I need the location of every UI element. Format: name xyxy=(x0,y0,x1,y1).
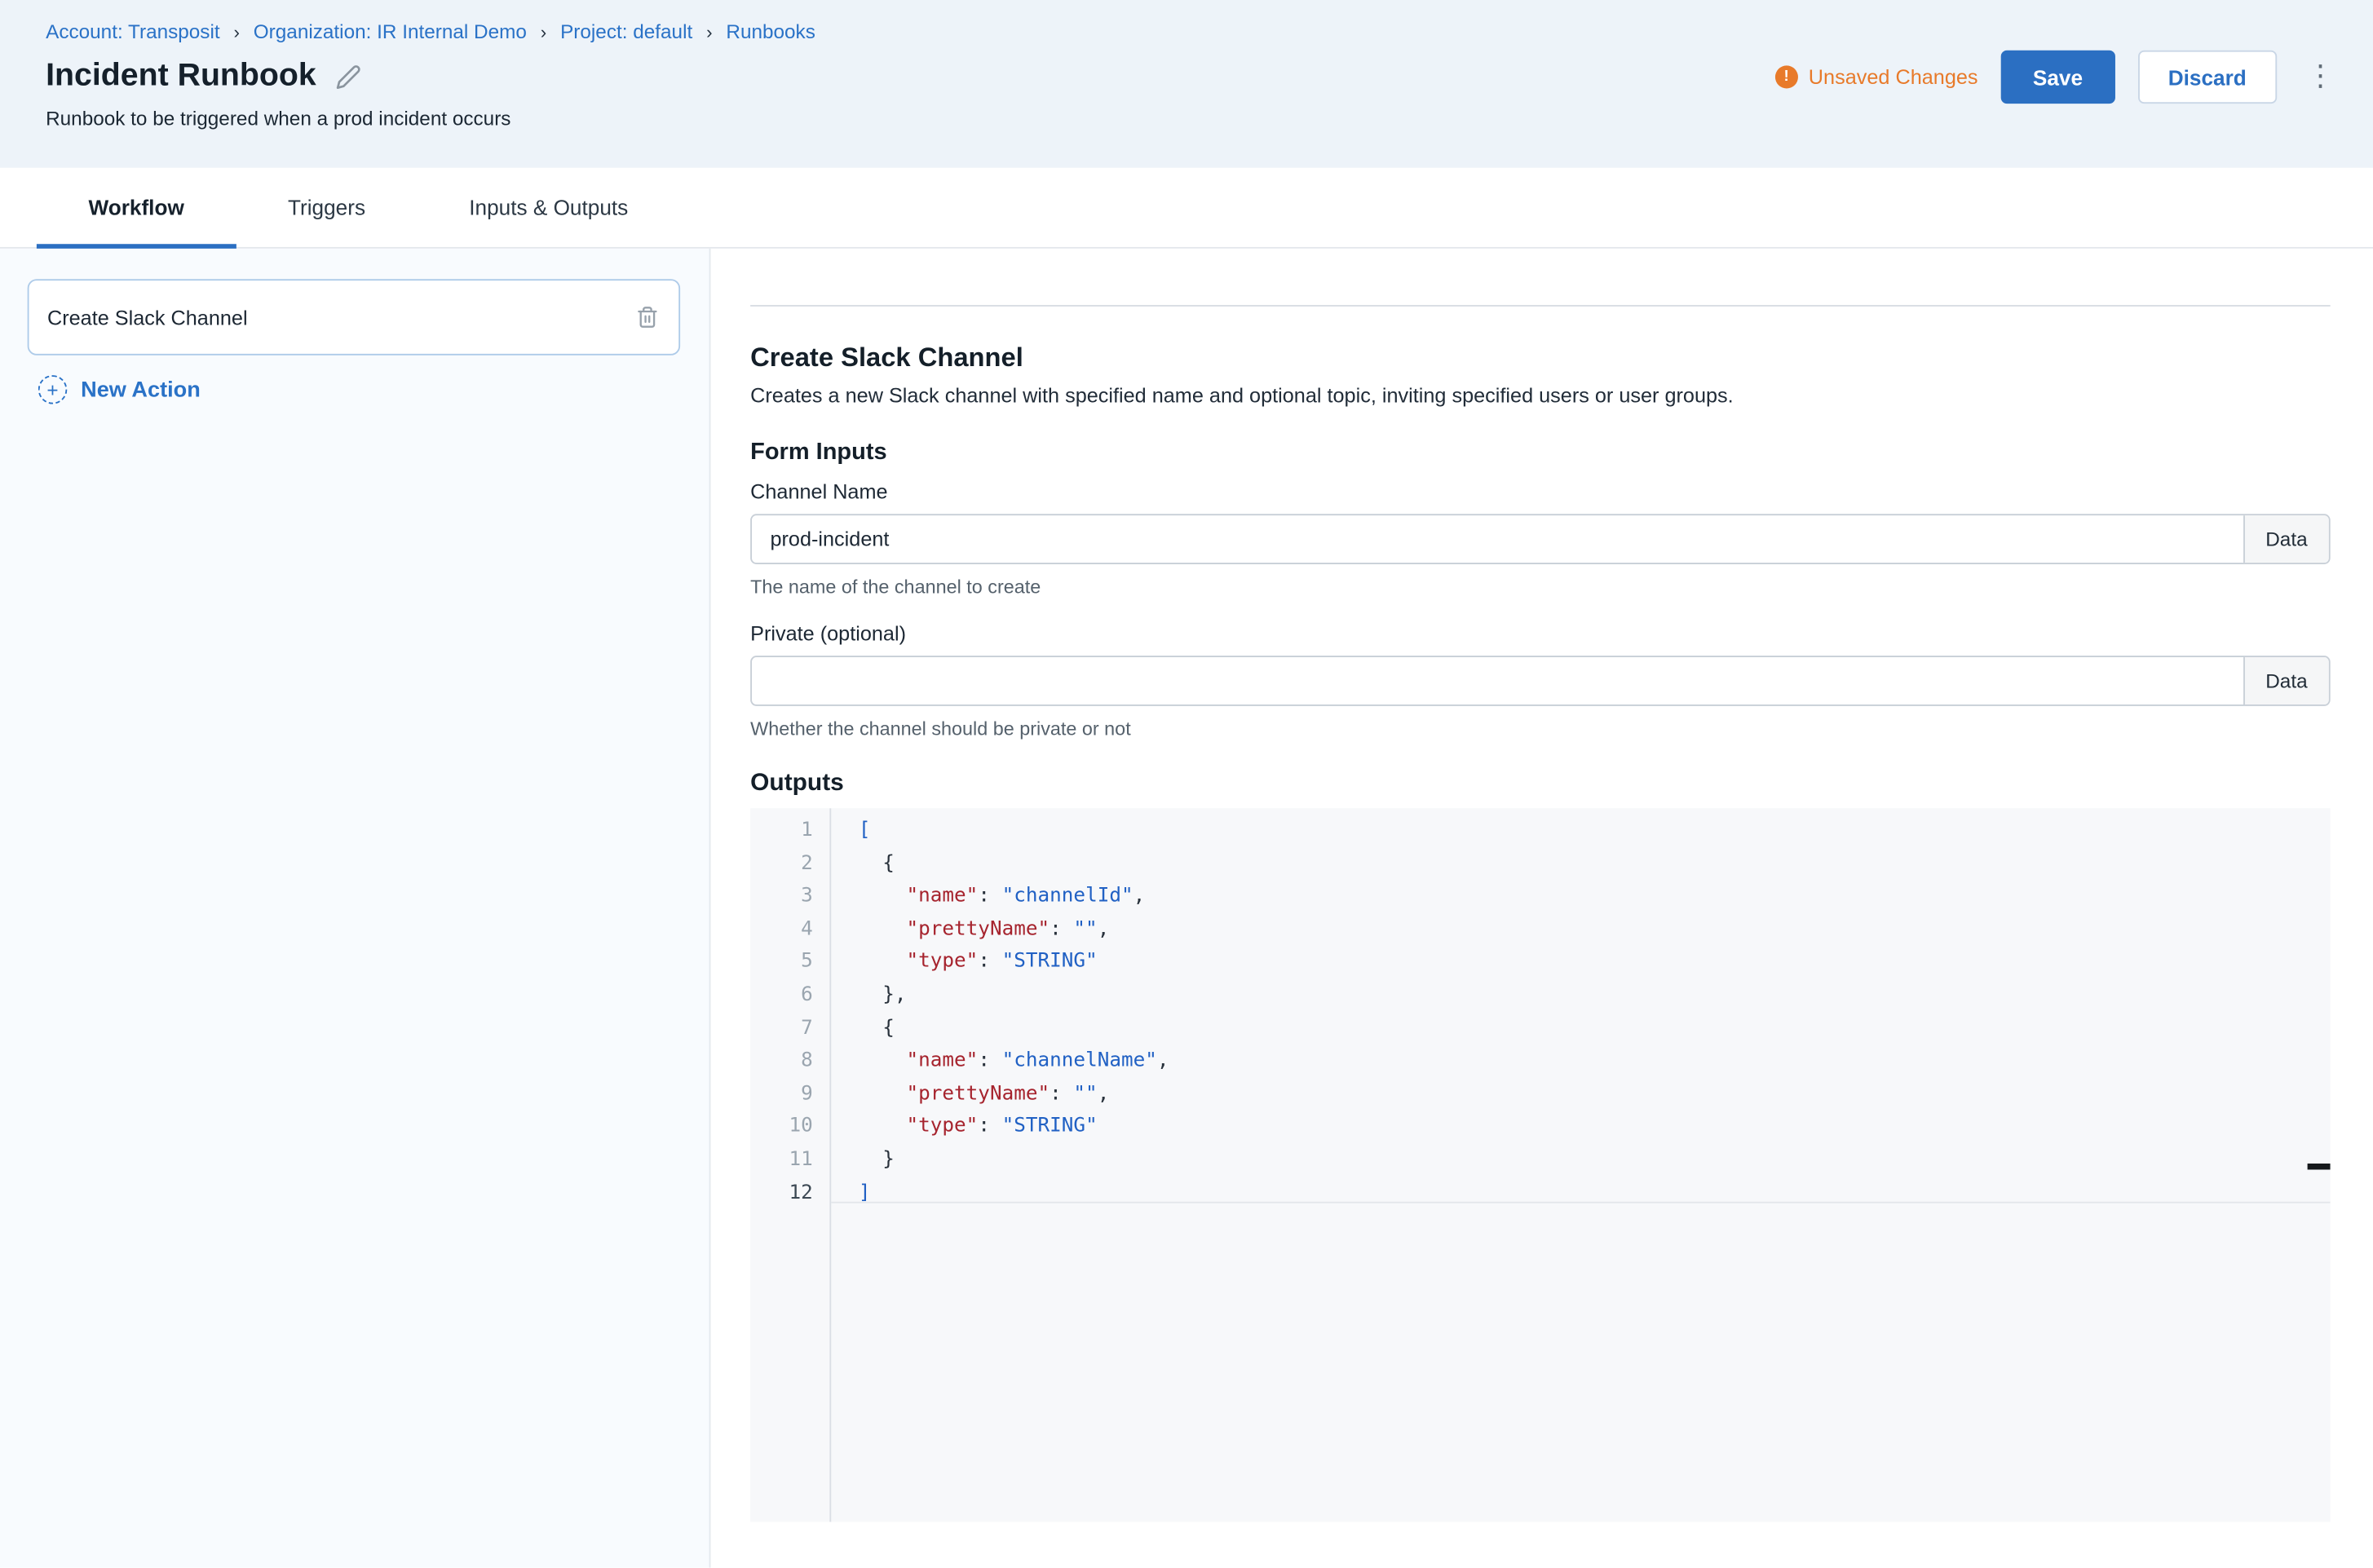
code-line: "prettyName": "", xyxy=(859,1078,2331,1111)
warning-icon: ! xyxy=(1775,65,1798,88)
delete-action-icon[interactable] xyxy=(636,305,659,329)
editor-scrollbar-thumb[interactable] xyxy=(2308,1164,2331,1169)
channel-name-help: The name of the channel to create xyxy=(750,576,2331,598)
code-line: } xyxy=(859,1144,2331,1177)
code-line: "name": "channelName", xyxy=(859,1045,2331,1077)
channel-name-input-group: Data xyxy=(750,514,2331,564)
add-action-icon: + xyxy=(38,375,68,404)
line-number: 12 xyxy=(750,1177,829,1209)
edit-title-icon[interactable] xyxy=(336,64,362,90)
save-button[interactable]: Save xyxy=(2001,51,2115,104)
channel-name-data-button[interactable]: Data xyxy=(2243,515,2329,563)
code-line: "name": "channelId", xyxy=(859,880,2331,912)
breadcrumb-project[interactable]: Project: default xyxy=(560,20,692,42)
action-detail-description: Creates a new Slack channel with specifi… xyxy=(750,382,2331,410)
private-input-group: Data xyxy=(750,656,2331,706)
editor-divider-line xyxy=(831,1202,2330,1204)
viewport: Account: Transposit › Organization: IR I… xyxy=(0,0,2373,1568)
breadcrumb: Account: Transposit › Organization: IR I… xyxy=(46,20,2327,42)
form-inputs-heading: Form Inputs xyxy=(750,439,2331,467)
action-detail-title: Create Slack Channel xyxy=(750,342,2331,373)
code-line: ] xyxy=(859,1177,2331,1209)
tab-inputs-outputs[interactable]: Inputs & Outputs xyxy=(418,168,680,247)
code-line: "prettyName": "", xyxy=(859,913,2331,946)
breadcrumb-separator: › xyxy=(706,20,712,42)
header-actions: ! Unsaved Changes Save Discard ⋮ xyxy=(1775,51,2341,104)
breadcrumb-account[interactable]: Account: Transposit xyxy=(46,20,220,42)
line-number: 10 xyxy=(750,1111,829,1143)
line-number: 4 xyxy=(750,913,829,946)
line-number: 6 xyxy=(750,979,829,1012)
code-line: "type": "STRING" xyxy=(859,1111,2331,1143)
private-input[interactable] xyxy=(752,657,2243,704)
editor-line-number-gutter: 123456789101112 xyxy=(750,808,831,1522)
code-line: "type": "STRING" xyxy=(859,946,2331,978)
tab-workflow[interactable]: Workflow xyxy=(37,168,236,247)
more-options-icon[interactable]: ⋮ xyxy=(2300,60,2340,95)
editor-code-content: [ { "name": "channelId", "prettyName": "… xyxy=(831,808,2330,1522)
code-line: [ xyxy=(859,815,2331,847)
page-title: Incident Runbook xyxy=(46,58,316,95)
runbook-editor-page: Account: Transposit › Organization: IR I… xyxy=(0,0,2373,1568)
line-number: 2 xyxy=(750,847,829,880)
new-action-label: New Action xyxy=(81,378,201,402)
channel-name-input[interactable] xyxy=(752,515,2243,563)
runbook-description: Runbook to be triggered when a prod inci… xyxy=(46,107,2327,130)
code-line: { xyxy=(859,847,2331,880)
unsaved-changes-label: Unsaved Changes xyxy=(1809,65,1978,88)
private-data-button[interactable]: Data xyxy=(2243,657,2329,704)
outputs-code-editor[interactable]: 123456789101112 [ { "name": "channelId",… xyxy=(750,808,2331,1522)
action-card-create-slack-channel[interactable]: Create Slack Channel xyxy=(28,279,680,356)
code-line: }, xyxy=(859,979,2331,1012)
tab-triggers[interactable]: Triggers xyxy=(236,168,417,247)
line-number: 5 xyxy=(750,946,829,978)
line-number: 9 xyxy=(750,1078,829,1111)
unsaved-changes-badge: ! Unsaved Changes xyxy=(1775,65,1978,88)
channel-name-label: Channel Name xyxy=(750,480,2331,503)
content-area: Create Slack Channel + New Action xyxy=(0,249,2373,1568)
private-help: Whether the channel should be private or… xyxy=(750,718,2331,740)
new-action-button[interactable]: + New Action xyxy=(28,375,680,404)
action-detail-panel: Create Slack Channel Creates a new Slack… xyxy=(711,249,2373,1568)
line-number: 1 xyxy=(750,815,829,847)
line-number: 7 xyxy=(750,1012,829,1045)
line-number: 3 xyxy=(750,880,829,912)
breadcrumb-organization[interactable]: Organization: IR Internal Demo xyxy=(254,20,527,42)
discard-button[interactable]: Discard xyxy=(2137,51,2277,104)
detail-top-divider xyxy=(750,305,2331,307)
workflow-sidebar: Create Slack Channel + New Action xyxy=(0,249,711,1568)
tab-bar: Workflow Triggers Inputs & Outputs xyxy=(0,168,2373,249)
code-line: { xyxy=(859,1012,2331,1045)
breadcrumb-runbooks[interactable]: Runbooks xyxy=(726,20,815,42)
line-number: 11 xyxy=(750,1144,829,1177)
line-number: 8 xyxy=(750,1045,829,1077)
page-header: Account: Transposit › Organization: IR I… xyxy=(0,0,2373,168)
outputs-heading: Outputs xyxy=(750,770,2331,797)
private-label: Private (optional) xyxy=(750,622,2331,645)
action-card-label: Create Slack Channel xyxy=(47,306,248,329)
breadcrumb-separator: › xyxy=(541,20,546,42)
breadcrumb-separator: › xyxy=(233,20,239,42)
